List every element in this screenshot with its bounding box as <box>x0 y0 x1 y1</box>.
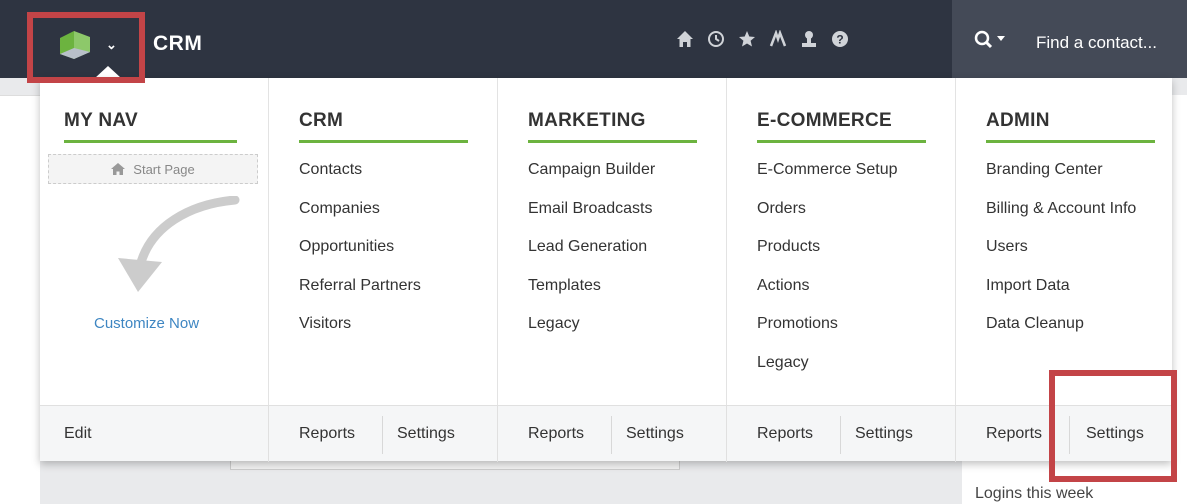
home-icon[interactable] <box>676 28 694 50</box>
menu-item-orders[interactable]: Orders <box>757 197 898 236</box>
highlight-box <box>1049 370 1177 482</box>
search-icon[interactable] <box>974 30 1010 50</box>
marketing-heading: MARKETING <box>528 110 646 131</box>
menu-item-billing-account-info[interactable]: Billing & Account Info <box>986 197 1136 236</box>
ecommerce-column: E-COMMERCE E-Commerce Setup Orders Produ… <box>727 78 956 405</box>
crm-footer: Reports Settings <box>269 406 498 462</box>
favorites-icon[interactable] <box>738 28 756 50</box>
recent-icon[interactable] <box>707 28 725 50</box>
crm-settings-button[interactable]: Settings <box>397 406 455 462</box>
app-title: CRM <box>153 32 203 55</box>
footer-divider <box>840 416 841 454</box>
menu-item-visitors[interactable]: Visitors <box>299 312 421 351</box>
menu-item-templates[interactable]: Templates <box>528 274 655 313</box>
menu-item-data-cleanup[interactable]: Data Cleanup <box>986 312 1136 351</box>
highlight-box <box>27 12 145 83</box>
svg-text:?: ? <box>836 33 843 47</box>
help-icon[interactable]: ? <box>831 28 849 50</box>
menu-item-promotions[interactable]: Promotions <box>757 312 898 351</box>
ecommerce-footer: Reports Settings <box>727 406 956 462</box>
admin-column: ADMIN Branding Center Billing & Account … <box>956 78 1172 405</box>
crm-column: CRM Contacts Companies Opportunities Ref… <box>269 78 498 405</box>
my-nav-column: MY NAV Start Page Customize Now <box>40 78 269 405</box>
user-icon[interactable] <box>800 28 818 50</box>
menu-item-contacts[interactable]: Contacts <box>299 158 421 197</box>
heading-underline <box>757 140 926 143</box>
menu-item-products[interactable]: Products <box>757 235 898 274</box>
menu-item-campaign-builder[interactable]: Campaign Builder <box>528 158 655 197</box>
my-nav-heading: MY NAV <box>64 110 138 131</box>
home-icon <box>111 163 126 175</box>
menu-footer: Edit Reports Settings Reports Settings R… <box>40 405 1172 462</box>
app-mega-menu: MY NAV Start Page Customize Now CRM Cont… <box>40 78 1172 462</box>
menu-item-actions[interactable]: Actions <box>757 274 898 313</box>
marketing-reports-button[interactable]: Reports <box>528 406 584 462</box>
menu-item-branding-center[interactable]: Branding Center <box>986 158 1136 197</box>
ecommerce-reports-button[interactable]: Reports <box>757 406 813 462</box>
footer-divider <box>611 416 612 454</box>
marketing-column: MARKETING Campaign Builder Email Broadca… <box>498 78 727 405</box>
menu-item-ecommerce-setup[interactable]: E-Commerce Setup <box>757 158 898 197</box>
crm-heading: CRM <box>299 110 344 131</box>
edit-button[interactable]: Edit <box>64 406 92 462</box>
menu-item-legacy[interactable]: Legacy <box>757 351 898 390</box>
heading-underline <box>986 140 1155 143</box>
crm-reports-button[interactable]: Reports <box>299 406 355 462</box>
menu-item-referral-partners[interactable]: Referral Partners <box>299 274 421 313</box>
menu-item-users[interactable]: Users <box>986 235 1136 274</box>
customize-now-link[interactable]: Customize Now <box>94 315 199 332</box>
menu-item-lead-generation[interactable]: Lead Generation <box>528 235 655 274</box>
menu-item-import-data[interactable]: Import Data <box>986 274 1136 313</box>
footer-divider <box>382 416 383 454</box>
page-background-left <box>0 95 40 504</box>
admin-reports-button[interactable]: Reports <box>986 406 1042 462</box>
heading-underline <box>528 140 697 143</box>
menu-item-companies[interactable]: Companies <box>299 197 421 236</box>
menu-item-legacy[interactable]: Legacy <box>528 312 655 351</box>
ecommerce-heading: E-COMMERCE <box>757 110 892 131</box>
admin-heading: ADMIN <box>986 110 1050 131</box>
activity-icon[interactable] <box>769 28 787 50</box>
marketing-footer: Reports Settings <box>498 406 727 462</box>
heading-underline <box>64 140 237 143</box>
ecommerce-settings-button[interactable]: Settings <box>855 406 913 462</box>
my-nav-footer: Edit <box>40 406 269 462</box>
logins-label: Logins this week <box>975 485 1094 502</box>
menu-item-opportunities[interactable]: Opportunities <box>299 235 421 274</box>
start-page-item[interactable]: Start Page <box>48 154 258 184</box>
marketing-settings-button[interactable]: Settings <box>626 406 684 462</box>
curved-arrow-icon <box>118 196 240 292</box>
menu-item-email-broadcasts[interactable]: Email Broadcasts <box>528 197 655 236</box>
search-input[interactable]: Find a contact... <box>1036 33 1157 53</box>
start-page-label: Start Page <box>133 161 195 177</box>
heading-underline <box>299 140 468 143</box>
